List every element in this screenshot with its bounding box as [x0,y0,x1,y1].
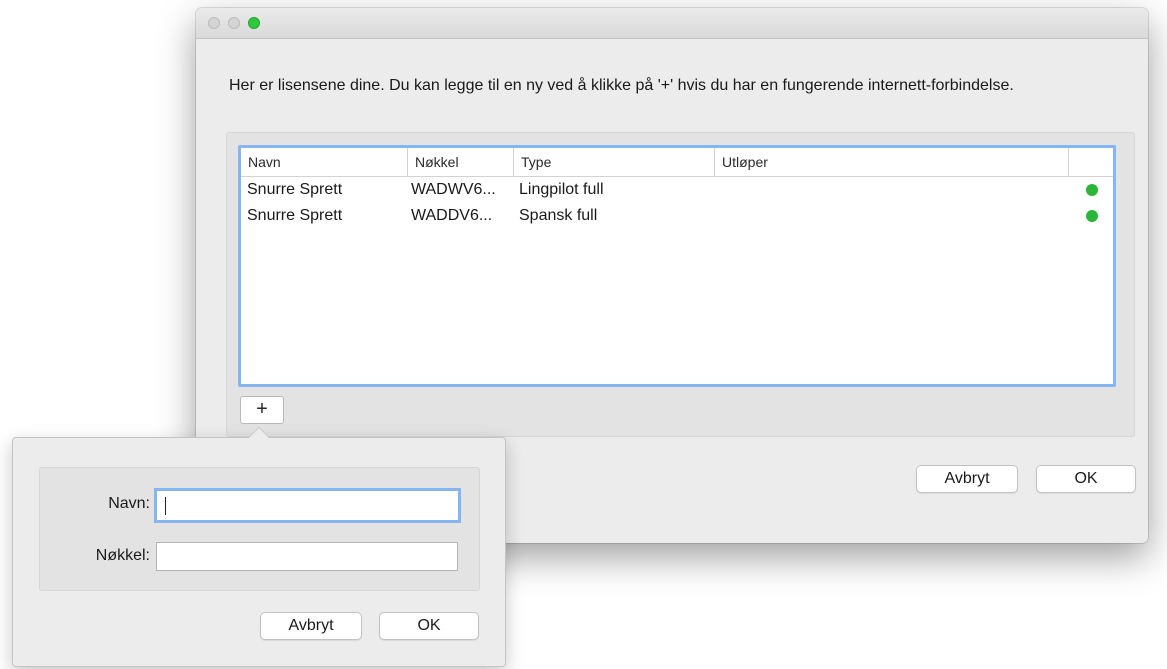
column-header-name[interactable]: Navn [241,148,407,176]
license-table[interactable]: Navn Nøkkel Type Utløper Snurre Sprett W… [238,145,1116,387]
text-caret [165,497,166,515]
popover-arrow [248,427,270,438]
add-license-button[interactable]: + [240,396,284,424]
table-row[interactable]: Snurre Sprett WADWV6... Lingpilot full [241,177,1113,203]
license-type: Spansk full [519,207,598,224]
license-key: WADDV6... [411,207,493,224]
popover-cancel-button[interactable]: Avbryt [260,612,362,640]
column-header-key[interactable]: Nøkkel [407,148,513,176]
license-panel: Navn Nøkkel Type Utløper Snurre Sprett W… [226,132,1135,437]
title-bar [196,8,1148,39]
popover-ok-button[interactable]: OK [379,612,479,640]
name-input[interactable] [154,488,461,523]
table-row[interactable]: Snurre Sprett WADDV6... Spansk full [241,203,1113,229]
add-license-form: Navn: Nøkkel: [39,467,480,591]
status-active-icon [1086,210,1098,222]
license-type: Lingpilot full [519,181,604,198]
zoom-window-button[interactable] [248,17,260,29]
key-input[interactable] [156,542,458,571]
cancel-button[interactable]: Avbryt [916,465,1018,493]
dialog-description: Her er lisensene dine. Du kan legge til … [229,77,1014,94]
key-label: Nøkkel: [95,547,150,564]
close-window-button[interactable] [208,17,220,29]
add-license-popover: Navn: Nøkkel: Avbryt OK [12,427,506,667]
license-name: Snurre Sprett [247,181,343,198]
ok-button[interactable]: OK [1036,465,1136,493]
minimize-window-button[interactable] [228,17,240,29]
column-header-type[interactable]: Type [513,148,714,176]
column-header-status[interactable] [1068,148,1113,176]
license-key: WADWV6... [411,181,496,198]
table-header: Navn Nøkkel Type Utløper [241,148,1113,177]
status-active-icon [1086,184,1098,196]
name-label: Navn: [108,495,150,512]
license-name: Snurre Sprett [247,207,343,224]
column-header-expires[interactable]: Utløper [714,148,1068,176]
